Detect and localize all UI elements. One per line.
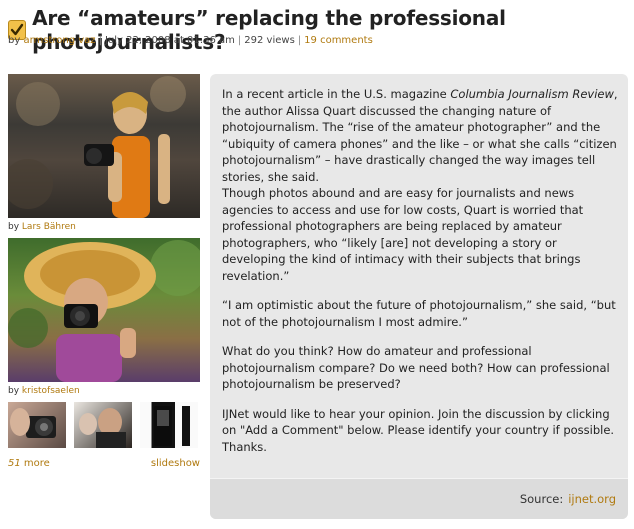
post-date: July 22, 2008 at 01:36 am	[104, 35, 235, 46]
photo-hat-woman[interactable]	[8, 238, 200, 382]
thumbnail-strip	[8, 402, 200, 448]
magazine-name: Columbia Journalism Review	[450, 87, 614, 101]
gallery-links: 51 more slideshow	[8, 458, 200, 469]
article-paragraph-1: In a recent article in the U.S. magazine…	[222, 87, 618, 184]
article-body: In a recent article in the U.S. magazine…	[210, 74, 628, 455]
thumbnail-2[interactable]	[74, 402, 132, 448]
article-paragraph-2: Though photos abound and are easy for jo…	[222, 186, 584, 283]
photo1-credit-link[interactable]: Lars Bähren	[22, 222, 76, 232]
article-paragraph-4: What do you think? How do amateur and pr…	[222, 344, 610, 391]
author-link[interactable]: armstrong vaz	[23, 35, 95, 46]
thumbnail-3[interactable]	[140, 402, 198, 448]
photo1-credit: by Lars Bähren	[8, 222, 76, 232]
slideshow-link[interactable]: slideshow	[151, 458, 200, 469]
source-label: Source:	[519, 492, 564, 506]
article-panel: In a recent article in the U.S. magazine…	[210, 74, 628, 519]
source-link[interactable]: ijnet.org	[568, 492, 616, 506]
view-count: 292 views	[244, 35, 295, 46]
by-label: by	[8, 35, 21, 46]
article-paragraph-3: “I am optimistic about the future of pho…	[222, 298, 616, 329]
post-title: Are “amateurs” replacing the professiona…	[32, 6, 506, 54]
thumbnail-1[interactable]	[8, 402, 66, 448]
photo-sidebar: by Lars Bähren by kristofsaelen 51 more …	[8, 74, 200, 469]
article-paragraph-5: IJNet would like to hear your opinion. J…	[222, 406, 615, 454]
post-meta: by armstrong vaz | July 22, 2008 at 01:36 …	[8, 35, 373, 46]
photo2-credit: by kristofsaelen	[8, 386, 80, 396]
photo-photographer-woman[interactable]	[8, 74, 200, 218]
photo2-credit-link[interactable]: kristofsaelen	[22, 386, 80, 396]
more-photos-link[interactable]: 51 more	[8, 458, 50, 469]
post-title-row: Are “amateurs” replacing the professiona…	[8, 6, 634, 54]
comments-link[interactable]: 19 comments	[304, 35, 373, 46]
source-bar: Source: ijnet.org	[210, 478, 628, 519]
